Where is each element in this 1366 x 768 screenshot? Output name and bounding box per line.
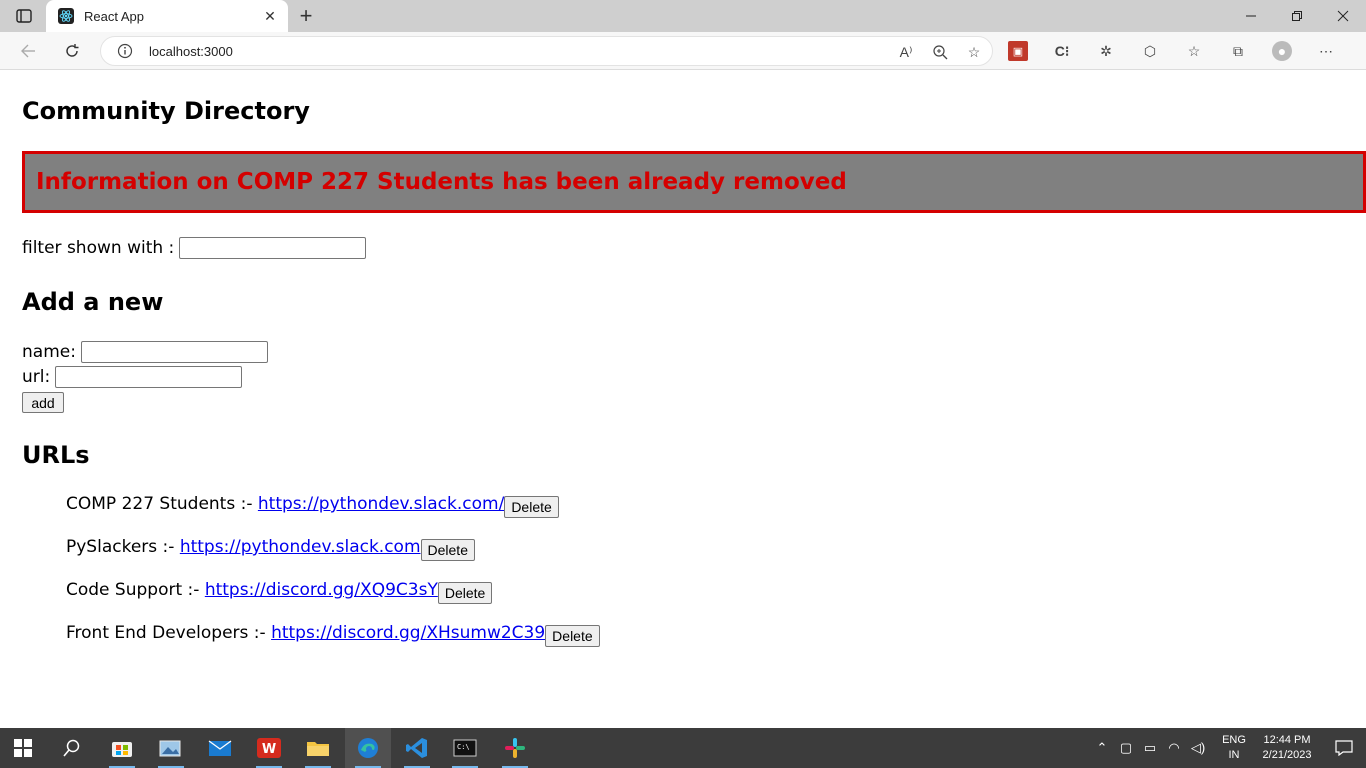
extension-bug-icon[interactable]: ✲ xyxy=(1096,41,1116,61)
battery-icon[interactable]: ▭ xyxy=(1138,728,1162,768)
tab-bar: React App ✕ + xyxy=(0,0,1366,32)
collections-icon[interactable]: ⧉ xyxy=(1228,41,1248,61)
favorites-icon[interactable]: ☆ xyxy=(1184,41,1204,61)
entry-name: Front End Developers :- xyxy=(66,623,266,643)
entry-name: PySlackers :- xyxy=(66,537,175,557)
clock[interactable]: 12:44 PM 2/21/2023 xyxy=(1252,733,1322,763)
delete-button[interactable]: Delete xyxy=(504,496,559,518)
page-content: Community Directory Information on COMP … xyxy=(0,71,1366,728)
extension-c-icon[interactable]: C⁝ xyxy=(1052,41,1072,61)
list-item: Code Support :- https://discord.gg/XQ9C3… xyxy=(66,580,600,623)
vscode-icon[interactable] xyxy=(394,728,440,768)
profile-avatar-icon[interactable]: ● xyxy=(1272,41,1292,61)
url-label: url: xyxy=(22,367,51,387)
tab-actions-icon[interactable] xyxy=(10,6,38,26)
entry-name: COMP 227 Students :- xyxy=(66,494,253,514)
name-label: name: xyxy=(22,342,76,362)
name-input[interactable] xyxy=(80,341,268,363)
address-bar[interactable]: localhost:3000 A⁾ ☆ xyxy=(100,36,993,66)
entry-link[interactable]: https://pythondev.slack.com xyxy=(180,537,421,557)
slack-icon[interactable] xyxy=(492,728,538,768)
volume-icon[interactable]: ◁) xyxy=(1186,728,1210,768)
delete-button[interactable]: Delete xyxy=(420,539,475,561)
filter-input[interactable] xyxy=(179,237,367,259)
filter-label: filter shown with : xyxy=(22,238,175,258)
url-row: url: xyxy=(22,366,243,388)
new-tab-icon[interactable]: + xyxy=(294,4,318,28)
tab-react-app[interactable]: React App ✕ xyxy=(46,0,288,32)
address-url: localhost:3000 xyxy=(149,44,233,59)
zoom-icon[interactable] xyxy=(930,42,950,62)
store-icon[interactable] xyxy=(99,728,145,768)
browser-window: React App ✕ + localhost:3000 A⁾ ☆ ▣ C⁝ ✲… xyxy=(0,0,1366,768)
restore-icon[interactable] xyxy=(1274,0,1320,32)
entry-link[interactable]: https://discord.gg/XQ9C3sY xyxy=(205,580,438,600)
svg-text:C:\: C:\ xyxy=(457,743,470,751)
chevron-up-icon[interactable]: ⌃ xyxy=(1090,728,1114,768)
notification-icon[interactable] xyxy=(1322,728,1366,768)
page-title: Community Directory xyxy=(22,97,310,125)
back-icon[interactable] xyxy=(14,38,42,64)
list-item: COMP 227 Students :- https://pythondev.s… xyxy=(66,494,600,537)
urls-section-title: URLs xyxy=(22,441,90,469)
add-button[interactable]: add xyxy=(22,392,64,413)
wifi-icon[interactable]: ◠ xyxy=(1162,728,1186,768)
search-icon[interactable] xyxy=(49,728,95,768)
browser-toolbar: localhost:3000 A⁾ ☆ ▣ C⁝ ✲ ⬡ ☆ ⧉ ● ⋯ xyxy=(0,32,1366,70)
tab-title: React App xyxy=(84,8,144,24)
entry-link[interactable]: https://pythondev.slack.com/ xyxy=(258,494,504,514)
language-code: ENG xyxy=(1222,734,1246,746)
entry-link[interactable]: https://discord.gg/XHsumw2C39 xyxy=(271,623,545,643)
name-row: name: xyxy=(22,341,268,363)
svg-text:W: W xyxy=(262,742,276,757)
refresh-icon[interactable] xyxy=(58,38,86,64)
system-tray: ⌃ ▢ ▭ ◠ ◁) ENG IN 12:44 PM 2/21/2023 xyxy=(1090,728,1366,768)
site-info-icon[interactable] xyxy=(117,43,133,64)
file-explorer-icon[interactable] xyxy=(295,728,341,768)
more-menu-icon[interactable]: ⋯ xyxy=(1316,41,1336,61)
clock-time: 12:44 PM xyxy=(1263,734,1311,746)
region-code: IN xyxy=(1228,749,1240,761)
edge-icon[interactable] xyxy=(345,728,391,768)
react-favicon-icon xyxy=(58,8,74,24)
close-window-icon[interactable] xyxy=(1320,0,1366,32)
filter-row: filter shown with : xyxy=(22,237,367,259)
add-section-title: Add a new xyxy=(22,288,164,316)
extension-red-icon[interactable]: ▣ xyxy=(1008,41,1028,61)
taskbar: W C:\ ⌃ ▢ ▭ ◠ ◁) ENG IN 12:44 PM 2/21/20… xyxy=(0,728,1366,768)
list-item: Front End Developers :- https://discord.… xyxy=(66,623,600,666)
start-icon[interactable] xyxy=(0,728,46,768)
extensions-icon[interactable]: ⬡ xyxy=(1140,41,1160,61)
wps-office-icon[interactable]: W xyxy=(246,728,292,768)
photos-icon[interactable] xyxy=(148,728,194,768)
tab-close-icon[interactable]: ✕ xyxy=(262,8,278,24)
url-input[interactable] xyxy=(55,366,243,388)
meet-now-icon[interactable]: ▢ xyxy=(1114,728,1138,768)
mail-icon[interactable] xyxy=(197,728,243,768)
clock-date: 2/21/2023 xyxy=(1262,749,1312,761)
delete-button[interactable]: Delete xyxy=(545,625,600,647)
language-indicator[interactable]: ENG IN xyxy=(1216,733,1252,763)
url-list: COMP 227 Students :- https://pythondev.s… xyxy=(66,494,600,666)
delete-button[interactable]: Delete xyxy=(437,582,493,604)
list-item: PySlackers :- https://pythondev.slack.co… xyxy=(66,537,600,580)
minimize-icon[interactable] xyxy=(1228,0,1274,32)
terminal-icon[interactable]: C:\ xyxy=(442,728,488,768)
error-notification: Information on COMP 227 Students has bee… xyxy=(22,151,1366,213)
entry-name: Code Support :- xyxy=(66,580,200,600)
add-favorite-icon[interactable]: ☆ xyxy=(964,42,984,62)
read-aloud-icon[interactable]: A⁾ xyxy=(896,42,916,62)
